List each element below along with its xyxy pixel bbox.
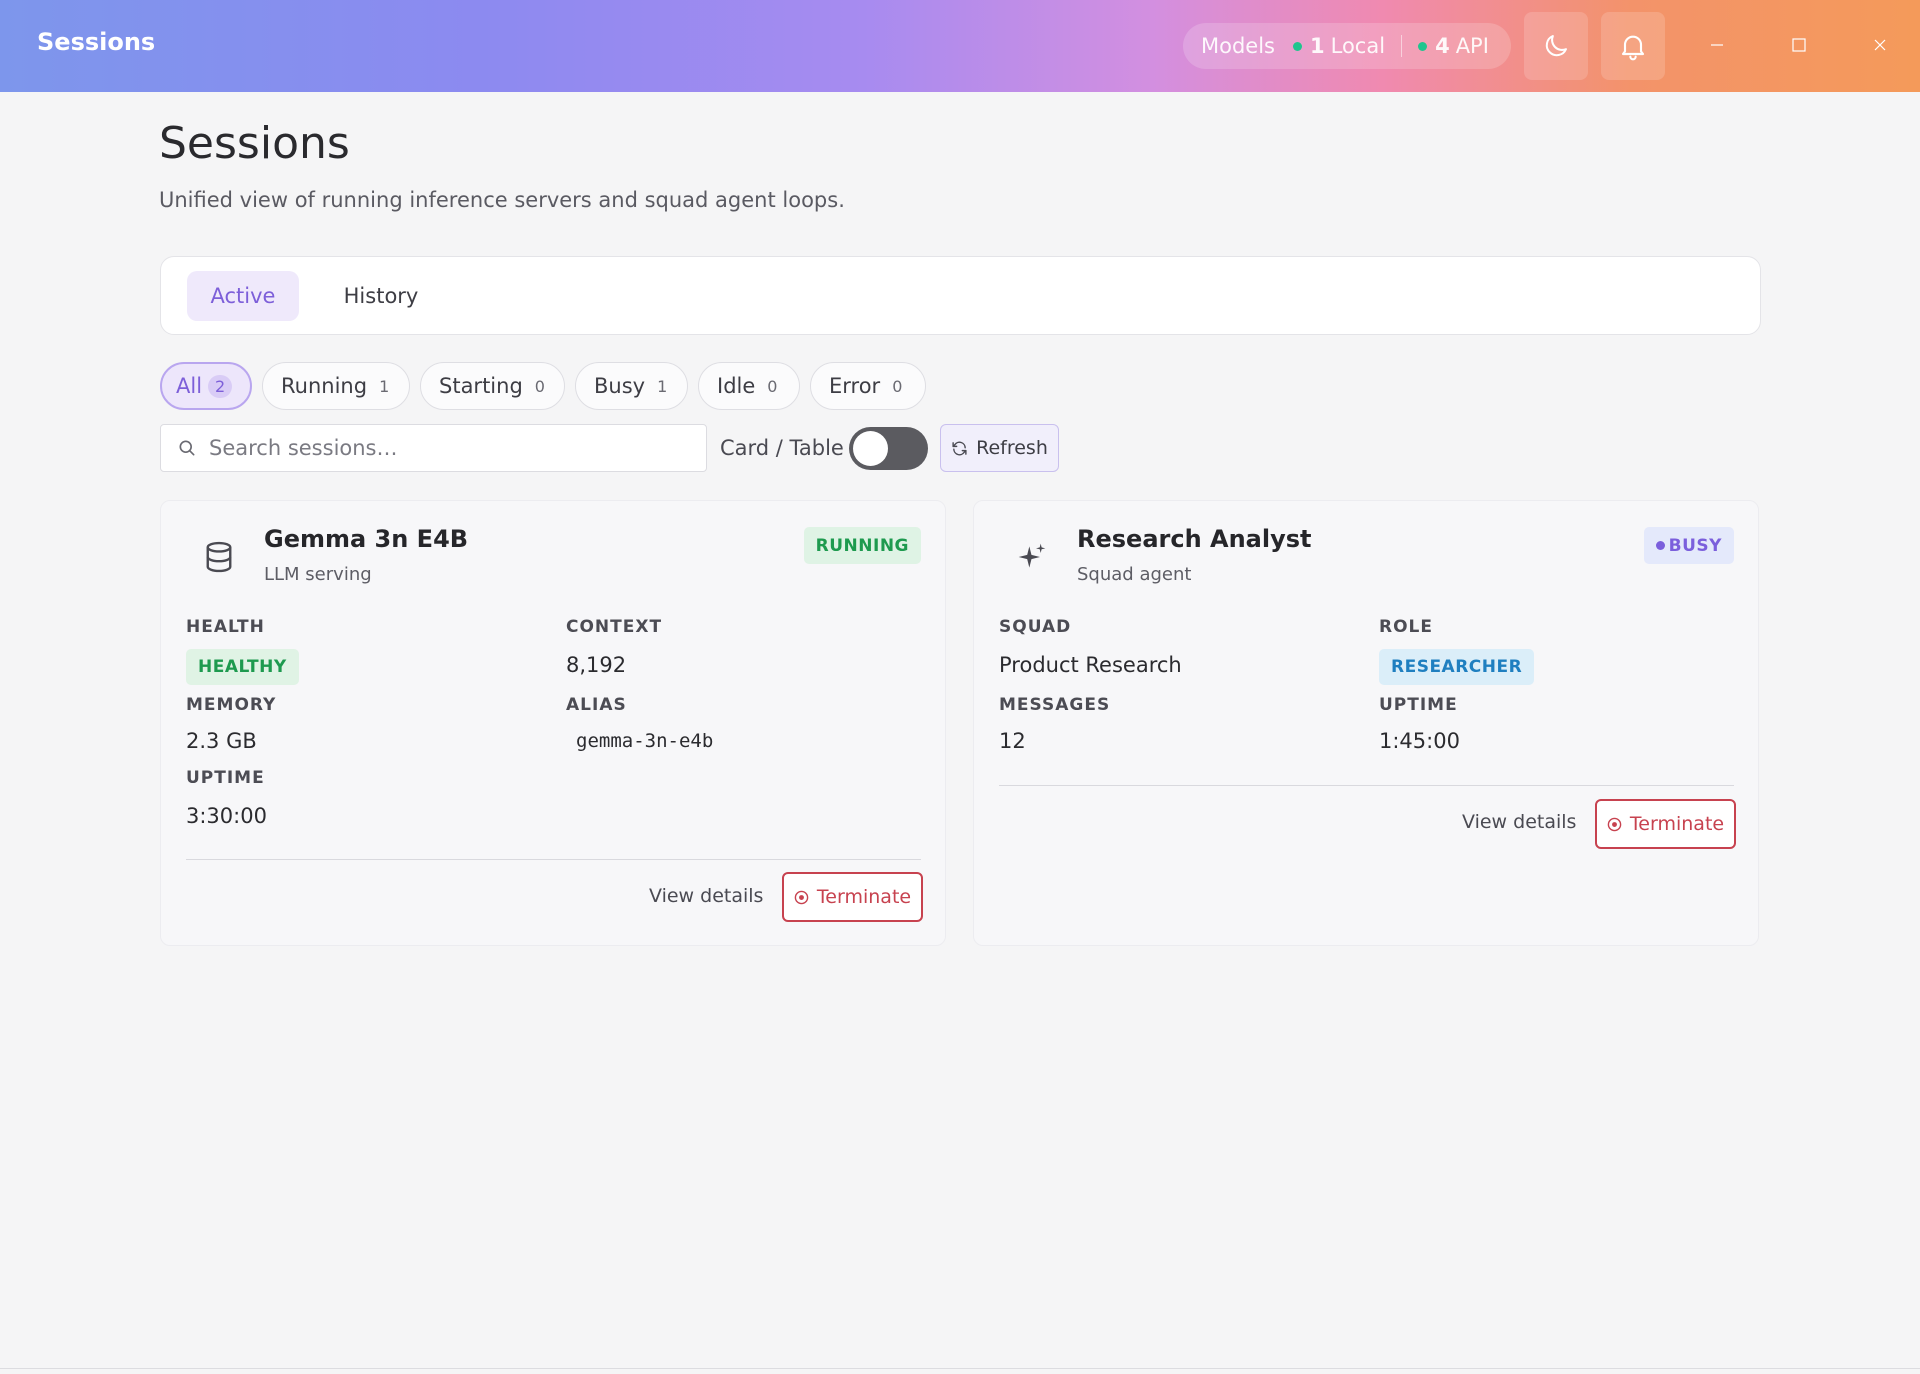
api-count: 4 — [1435, 34, 1450, 58]
session-card-research-analyst: Research Analyst Squad agent BUSY SQUAD … — [973, 500, 1759, 946]
page-subtitle: Unified view of running inference server… — [159, 188, 845, 212]
minimize-icon — [1711, 44, 1723, 46]
filter-chip-busy[interactable]: Busy 1 — [575, 362, 688, 410]
minimize-button[interactable] — [1694, 22, 1740, 68]
session-card-gemma: Gemma 3n E4B LLM serving RUNNING HEALTH … — [160, 500, 946, 946]
tab-history[interactable]: History — [321, 271, 441, 321]
moon-icon — [1545, 35, 1567, 57]
messages-label: MESSAGES — [999, 695, 1111, 715]
context-label: CONTEXT — [566, 617, 663, 637]
search-input[interactable] — [209, 436, 689, 460]
search-icon — [179, 440, 195, 456]
filter-chip-count: 1 — [657, 376, 668, 396]
view-details-link[interactable]: View details — [649, 885, 763, 907]
filter-chip-label: All — [176, 374, 203, 398]
window-bottom-border — [0, 1368, 1920, 1369]
local-status-dot — [1293, 41, 1302, 51]
status-badge: RUNNING — [803, 527, 921, 564]
toggle-knob — [853, 431, 888, 466]
alias-value: gemma-3n-e4b — [576, 730, 714, 752]
filter-chip-error[interactable]: Error 0 — [810, 362, 926, 410]
filter-chip-count: 0 — [534, 376, 545, 396]
local-label: Local — [1330, 34, 1386, 58]
card-divider — [186, 859, 921, 860]
filter-chip-count: 0 — [767, 376, 778, 396]
stop-circle-icon — [794, 890, 809, 904]
busy-dot — [1655, 541, 1665, 550]
session-tabs: Active History — [160, 256, 1761, 335]
models-label: Models — [1201, 34, 1275, 58]
filter-chip-label: Idle — [717, 374, 756, 398]
database-icon — [206, 541, 232, 573]
memory-value: 2.3 GB — [186, 729, 257, 753]
maximize-icon — [1792, 38, 1806, 52]
refresh-icon — [952, 441, 967, 455]
api-status-dot — [1418, 41, 1428, 51]
uptime-value: 1:45:00 — [1379, 729, 1460, 753]
bell-icon — [1621, 35, 1645, 61]
models-status-pill[interactable]: Models 1 Local 4 API — [1183, 23, 1511, 69]
filter-chip-starting[interactable]: Starting 0 — [420, 362, 565, 410]
health-label: HEALTH — [186, 617, 265, 637]
filter-chip-idle[interactable]: Idle 0 — [698, 362, 800, 410]
messages-value: 12 — [999, 729, 1026, 753]
title-bar: Sessions Models 1 Local 4 API — [0, 0, 1920, 92]
context-value: 8,192 — [566, 653, 627, 677]
view-toggle-switch[interactable] — [849, 427, 928, 470]
refresh-label: Refresh — [976, 437, 1048, 459]
close-button[interactable] — [1857, 22, 1903, 68]
theme-toggle-button[interactable] — [1524, 12, 1588, 80]
status-badge: BUSY — [1643, 527, 1734, 564]
role-badge: RESEARCHER — [1379, 649, 1535, 685]
page-title: Sessions — [159, 118, 350, 169]
maximize-button[interactable] — [1776, 22, 1822, 68]
filter-chip-all[interactable]: All 2 — [160, 362, 252, 410]
uptime-value: 3:30:00 — [186, 804, 267, 828]
filter-chip-label: Error — [829, 374, 881, 398]
card-subtitle: Squad agent — [1077, 564, 1192, 585]
uptime-label: UPTIME — [1379, 695, 1458, 715]
sparkle-icon — [1018, 543, 1046, 568]
filter-chip-count: 1 — [379, 376, 390, 396]
filter-chip-label: Busy — [594, 374, 646, 398]
health-badge: HEALTHY — [186, 649, 299, 685]
refresh-button[interactable]: Refresh — [940, 424, 1059, 472]
terminate-button[interactable]: Terminate — [782, 872, 923, 922]
card-title: Research Analyst — [1077, 525, 1312, 553]
terminate-button[interactable]: Terminate — [1595, 799, 1736, 849]
card-title: Gemma 3n E4B — [264, 525, 469, 553]
status-badge-label: BUSY — [1668, 535, 1722, 556]
api-label: API — [1455, 34, 1489, 58]
filter-chip-label: Starting — [439, 374, 523, 398]
squad-value: Product Research — [999, 653, 1182, 677]
filter-chip-label: Running — [281, 374, 368, 398]
terminate-label: Terminate — [816, 886, 912, 908]
alias-label: ALIAS — [566, 695, 627, 715]
card-divider — [999, 785, 1734, 786]
terminate-label: Terminate — [1629, 813, 1725, 835]
models-separator — [1401, 35, 1403, 57]
search-box — [160, 424, 707, 472]
card-subtitle: LLM serving — [264, 564, 372, 585]
role-label: ROLE — [1379, 617, 1433, 637]
view-details-link[interactable]: View details — [1462, 811, 1576, 833]
stop-circle-icon — [1607, 817, 1622, 831]
squad-label: SQUAD — [999, 617, 1072, 637]
uptime-label: UPTIME — [186, 768, 265, 788]
close-icon — [1874, 39, 1886, 51]
tab-active[interactable]: Active — [187, 271, 299, 321]
filter-chip-running[interactable]: Running 1 — [262, 362, 410, 410]
filter-chip-count: 2 — [208, 374, 233, 398]
app-title: Sessions — [37, 28, 156, 56]
notifications-button[interactable] — [1601, 12, 1665, 80]
filter-chip-count: 0 — [892, 376, 903, 396]
memory-label: MEMORY — [186, 695, 277, 715]
local-count: 1 — [1310, 34, 1325, 58]
view-toggle-label: Card / Table — [720, 436, 844, 460]
